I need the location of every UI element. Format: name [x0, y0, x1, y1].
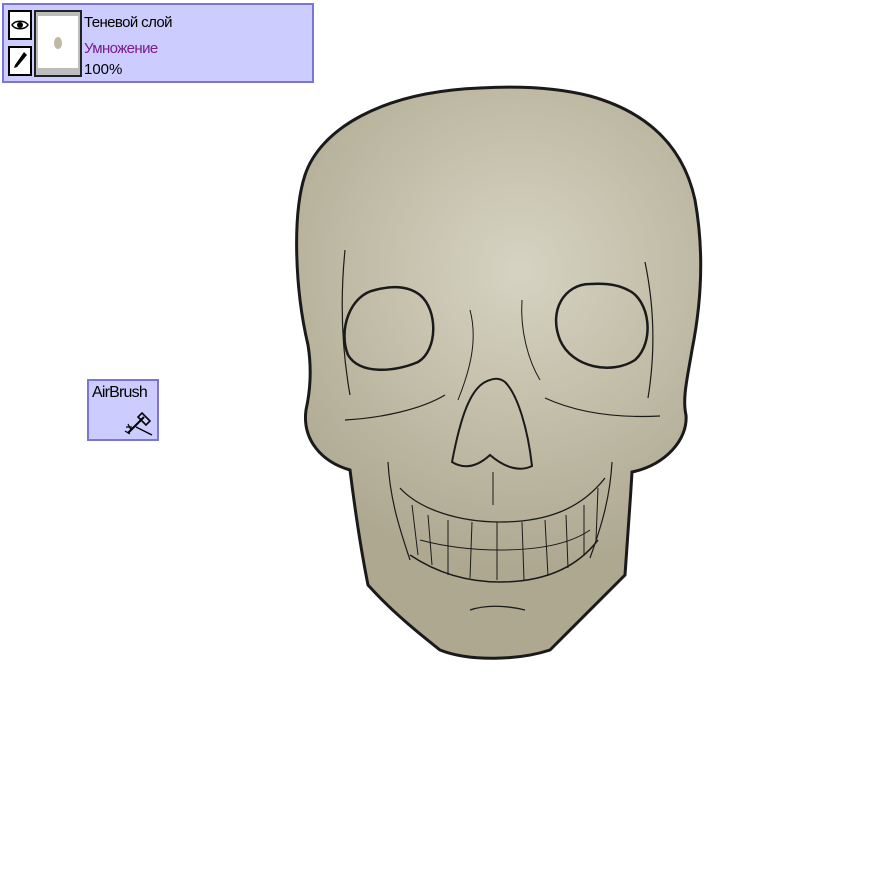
- eye-icon: [11, 20, 29, 30]
- airbrush-icon: [124, 411, 153, 436]
- layer-opacity[interactable]: 100%: [84, 61, 122, 78]
- layer-panel[interactable]: Теневой слой Умножение 100%: [2, 3, 314, 83]
- layer-blend-mode[interactable]: Умножение: [84, 40, 158, 57]
- layer-edit-toggle[interactable]: [8, 46, 32, 76]
- current-tool-badge[interactable]: AirBrush: [87, 379, 159, 441]
- pencil-icon: [14, 52, 27, 68]
- skull-artwork: [295, 85, 703, 660]
- skull-outline: [295, 85, 703, 660]
- layer-name: Теневой слой: [84, 14, 173, 31]
- drawing-canvas[interactable]: Теневой слой Умножение 100% AirBrush: [0, 0, 894, 896]
- layer-visibility-toggle[interactable]: [8, 10, 32, 40]
- tool-name: AirBrush: [92, 384, 148, 401]
- layer-thumbnail[interactable]: [34, 10, 82, 77]
